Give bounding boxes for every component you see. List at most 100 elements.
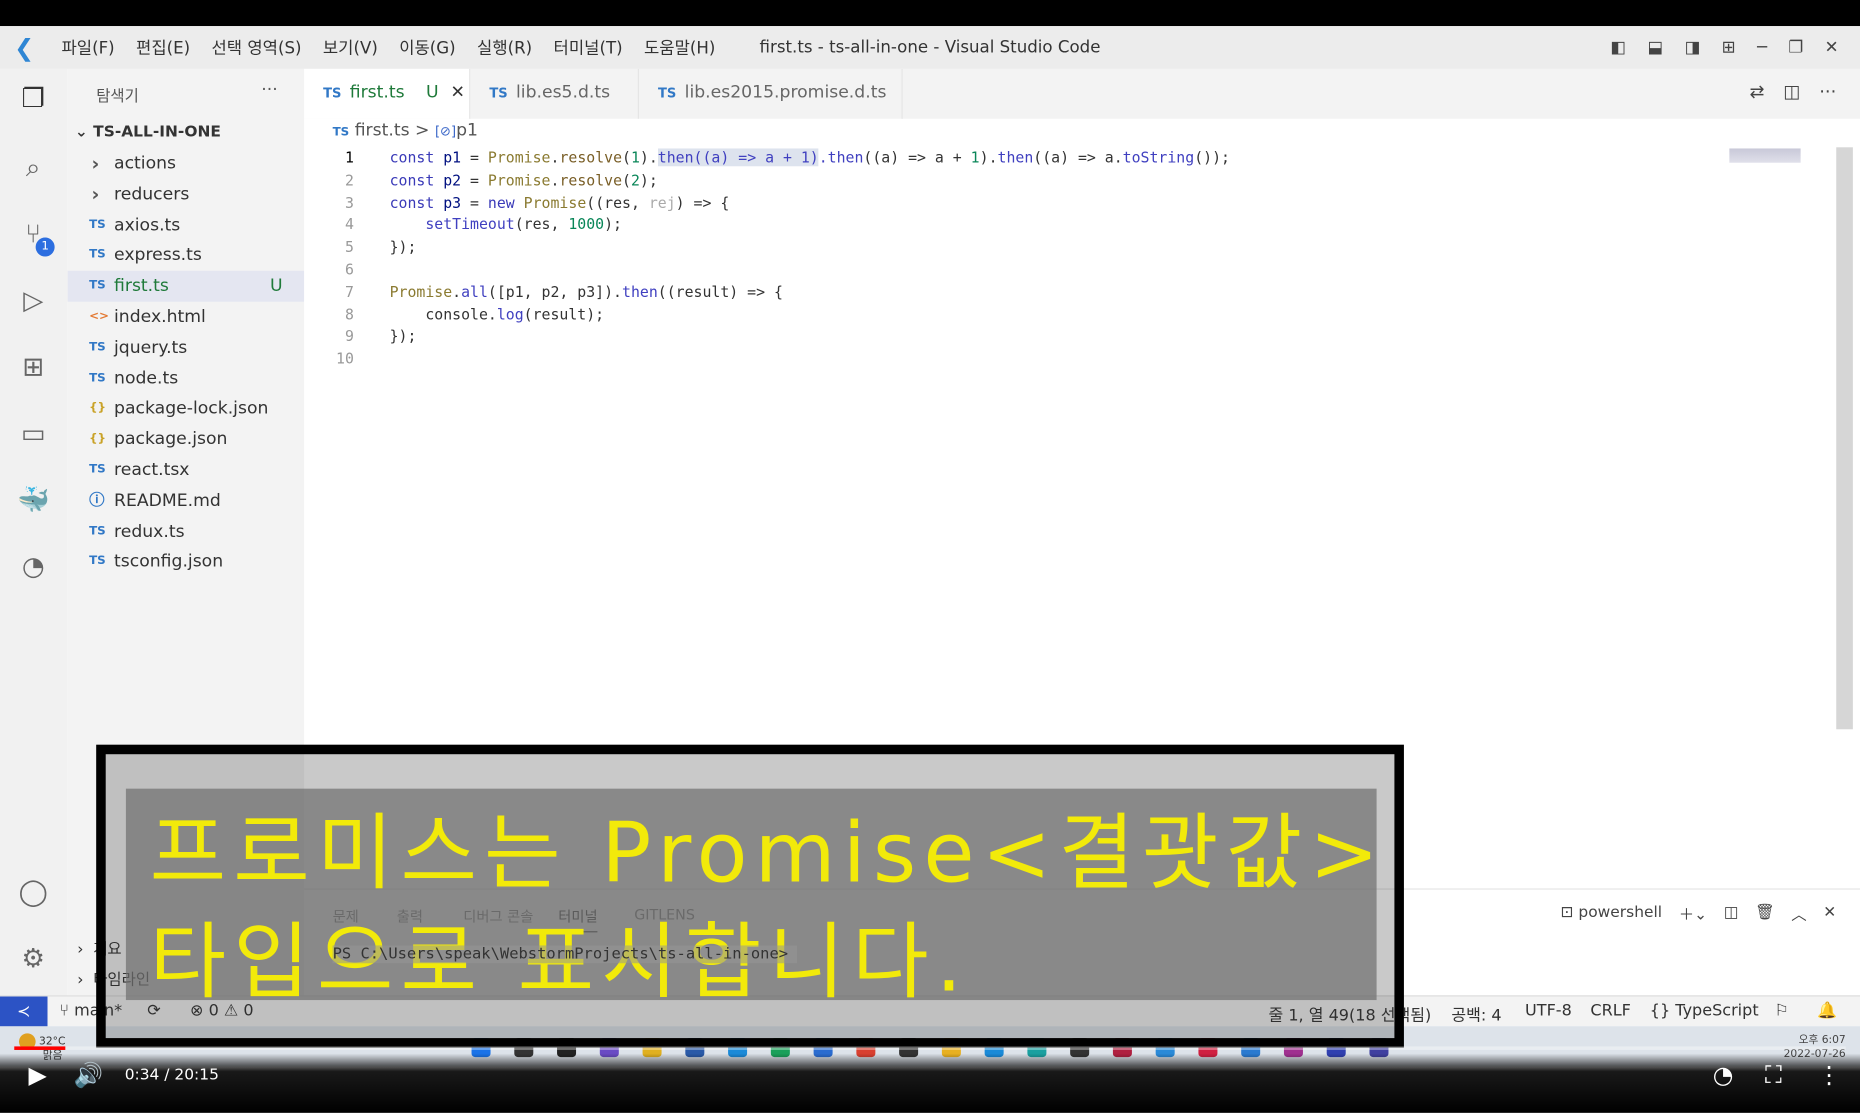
minimize-button[interactable]: ─ bbox=[1757, 38, 1767, 57]
toggle-panel-icon[interactable]: ⬓ bbox=[1647, 38, 1663, 57]
restore-button[interactable]: ❐ bbox=[1788, 38, 1803, 57]
kill-terminal-icon[interactable]: 🗑 bbox=[1755, 904, 1775, 922]
line-number: 3 bbox=[345, 193, 354, 211]
menu-item[interactable]: 선택 영역(S) bbox=[201, 36, 312, 60]
code-line[interactable]: 8 console.log(result); bbox=[304, 304, 1836, 326]
breadcrumb-symbol[interactable]: p1 bbox=[456, 121, 478, 140]
code-token: console. bbox=[389, 304, 497, 323]
docker-icon[interactable]: 🐳 bbox=[14, 482, 52, 520]
split-editor-icon[interactable]: ◫ bbox=[1783, 81, 1800, 102]
explorer-more-button[interactable]: ··· bbox=[261, 81, 277, 100]
line-ending[interactable]: CRLF bbox=[1590, 1001, 1630, 1020]
file-label: index.html bbox=[114, 307, 206, 327]
split-terminal-icon[interactable]: ◫ bbox=[1724, 904, 1739, 922]
minimap[interactable] bbox=[1729, 148, 1801, 163]
menu-item[interactable]: 실행(R) bbox=[466, 36, 543, 60]
layout-icon[interactable]: ⊞ bbox=[1722, 38, 1736, 57]
code-line[interactable]: 5}); bbox=[304, 237, 1836, 259]
workspace-root[interactable]: ⌄ TS-ALL-IN-ONE bbox=[75, 124, 221, 142]
file-tree-item[interactable]: ⓘ README.md bbox=[68, 486, 304, 517]
line-number: 1 bbox=[345, 148, 354, 167]
file-tree-item[interactable]: <> index.html bbox=[68, 302, 304, 333]
code-token: ); bbox=[639, 170, 658, 189]
file-tree-item[interactable]: TS tsconfig.json bbox=[68, 547, 304, 578]
code-line[interactable]: 6 bbox=[304, 259, 1836, 281]
file-type-icon: ⓘ bbox=[89, 491, 105, 510]
close-panel-icon[interactable]: ✕ bbox=[1823, 904, 1836, 922]
code-token: p3 bbox=[443, 193, 462, 211]
code-line[interactable]: 1 const p1 = Promise.resolve(1).then((a) … bbox=[304, 147, 1836, 169]
toggle-secondary-sidebar-icon[interactable]: ◨ bbox=[1685, 38, 1701, 57]
code-line[interactable]: 4 setTimeout(res, 1000); bbox=[304, 214, 1836, 236]
tab-lib-es5[interactable]: TS lib.es5.d.ts bbox=[470, 68, 640, 119]
code-line[interactable]: 2 const p2 = Promise.resolve(2); bbox=[304, 170, 1836, 192]
feedback-icon[interactable]: ⚐ bbox=[1774, 1001, 1788, 1020]
terminal-shell[interactable]: ⊡ powershell bbox=[1561, 904, 1663, 922]
explorer-title: 탐색기 bbox=[96, 87, 139, 106]
settings-gear-icon[interactable]: ⚙ bbox=[14, 941, 52, 979]
file-tree-item[interactable]: {} package.json bbox=[68, 424, 304, 455]
editor-scrollbar[interactable] bbox=[1836, 147, 1853, 730]
file-label: redux.ts bbox=[114, 522, 185, 542]
more-options-icon[interactable]: ⋮ bbox=[1817, 1061, 1841, 1090]
file-tree-item[interactable]: TS first.ts U bbox=[67, 271, 305, 302]
notifications-icon[interactable]: 🔔 bbox=[1817, 1001, 1837, 1020]
run-debug-icon[interactable]: ▷ bbox=[14, 283, 52, 321]
editor-more-icon[interactable]: ··· bbox=[1819, 81, 1836, 102]
accounts-icon[interactable]: ◯ bbox=[14, 874, 52, 912]
extensions-icon[interactable]: ⊞ bbox=[14, 349, 52, 387]
file-tree-item[interactable]: TS express.ts bbox=[68, 240, 304, 271]
terminal-prompt[interactable]: PS C:\Users\speak\WebstormProjects\ts-al… bbox=[332, 945, 798, 964]
language-mode[interactable]: {} TypeScript bbox=[1650, 1001, 1759, 1020]
code-token: 1000 bbox=[568, 215, 605, 234]
play-icon[interactable]: ▶ bbox=[29, 1061, 47, 1090]
code-line[interactable]: 10 bbox=[304, 348, 1836, 370]
menu-item[interactable]: 파일(F) bbox=[51, 36, 126, 60]
explorer-icon[interactable]: ❐ bbox=[14, 81, 52, 119]
code-line[interactable]: 9}); bbox=[304, 326, 1836, 348]
search-icon[interactable]: ⌕ bbox=[14, 150, 52, 188]
volume-icon[interactable]: 🔊 bbox=[74, 1061, 104, 1090]
file-tree-item[interactable]: TS react.tsx bbox=[68, 455, 304, 486]
tab-lib-es2015-promise[interactable]: TS lib.es2015.promise.d.ts bbox=[639, 68, 903, 119]
file-type-icon: TS bbox=[89, 218, 106, 232]
fullscreen-icon[interactable]: ⛶ bbox=[1765, 1061, 1782, 1090]
menu-item[interactable]: 이동(G) bbox=[389, 36, 467, 60]
code-token: ); bbox=[604, 215, 623, 234]
toggle-sidebar-icon[interactable]: ◧ bbox=[1610, 38, 1626, 57]
code-line[interactable]: 3 const p3 = new Promise((res, rej) => { bbox=[304, 192, 1836, 214]
ts-file-icon: TS bbox=[658, 85, 677, 101]
open-changes-icon[interactable]: ⇄ bbox=[1749, 81, 1764, 102]
file-tree-item[interactable]: TS node.ts bbox=[68, 363, 304, 394]
remote-explorer-icon[interactable]: ▭ bbox=[14, 416, 52, 454]
menu-item[interactable]: 편집(E) bbox=[125, 36, 200, 60]
encoding[interactable]: UTF-8 bbox=[1525, 1001, 1572, 1020]
menu-item[interactable]: 터미널(T) bbox=[543, 36, 633, 60]
file-tree-item[interactable]: › reducers bbox=[68, 179, 304, 210]
maximize-panel-icon[interactable]: ︿ bbox=[1791, 901, 1806, 924]
new-terminal-icon[interactable]: ＋⌄ bbox=[1679, 901, 1707, 924]
indentation[interactable]: 공백: 4 bbox=[1451, 1001, 1501, 1025]
line-number: 9 bbox=[345, 327, 354, 345]
code-line[interactable]: 7 Promise.all([p1, p2, p3]).then((result)… bbox=[304, 281, 1836, 303]
close-window-button[interactable]: ✕ bbox=[1825, 38, 1839, 57]
tab-first-ts[interactable]: TS first.ts U ✕ bbox=[304, 68, 471, 119]
file-tree-item[interactable]: TS axios.ts bbox=[68, 210, 304, 241]
file-tree-item[interactable]: {} package-lock.json bbox=[68, 394, 304, 425]
video-progress-bar[interactable] bbox=[14, 1046, 1846, 1050]
code-token: then bbox=[622, 282, 658, 301]
remote-indicator-icon[interactable]: ≺ bbox=[0, 996, 48, 1028]
gitlens-icon[interactable]: ◔ bbox=[14, 549, 52, 587]
close-tab-icon[interactable]: ✕ bbox=[450, 83, 464, 102]
breadcrumb-file[interactable]: first.ts bbox=[355, 121, 410, 140]
menu-item[interactable]: 보기(V) bbox=[312, 36, 388, 60]
file-tree-item[interactable]: › actions bbox=[68, 148, 304, 179]
playback-speed-icon[interactable]: ◔ bbox=[1713, 1061, 1734, 1090]
line-number: 4 bbox=[345, 215, 354, 234]
file-tree-item[interactable]: TS jquery.ts bbox=[68, 332, 304, 363]
file-tree-item[interactable]: TS redux.ts bbox=[68, 516, 304, 547]
code-editor[interactable]: 1 const p1 = Promise.resolve(1).then((a) … bbox=[304, 147, 1836, 370]
menu-item[interactable]: 도움말(H) bbox=[633, 36, 726, 60]
source-control-icon[interactable]: ⑂ 1 bbox=[14, 216, 55, 257]
code-token: all bbox=[461, 282, 488, 301]
